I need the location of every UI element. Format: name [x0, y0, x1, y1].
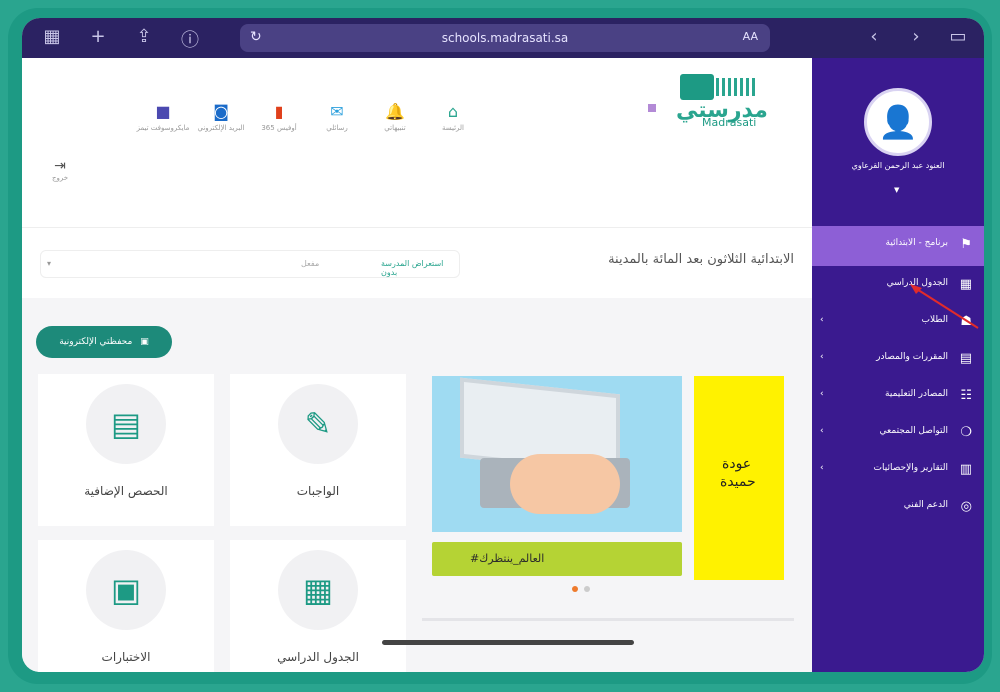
sidebar-item-support[interactable]: الدعم الفني ◎: [812, 488, 984, 525]
home-indicator: [382, 640, 634, 645]
sidebar-toggle-icon[interactable]: ▭: [946, 26, 970, 47]
sidebar-item-program[interactable]: برنامج - الابتدائية ⚑: [812, 226, 984, 266]
carousel-dots[interactable]: [572, 586, 590, 592]
back-icon[interactable]: ‹: [862, 26, 886, 47]
school-row: الابتدائية الثلاثون بعد المائة بالمدينة …: [22, 240, 812, 290]
office-icon: ▮: [274, 102, 284, 121]
text-size-button[interactable]: AA: [743, 30, 758, 43]
annotation-arrow-icon: [910, 284, 979, 329]
share-icon[interactable]: ⇪: [132, 26, 156, 52]
nav-messages[interactable]: ✉ رسائلي: [308, 102, 366, 132]
new-tab-icon[interactable]: +: [86, 26, 110, 52]
nav-email[interactable]: ◙ البريد الإلكتروني: [192, 102, 250, 132]
sidebar-menu: برنامج - الابتدائية ⚑ الجدول الدراسي ▦ ‹ ال…: [812, 226, 984, 525]
nav-home[interactable]: ⌂ الرئيسة: [424, 102, 482, 132]
resources-icon: ☷: [960, 388, 972, 403]
select-arrow-icon: ▾: [47, 259, 52, 268]
logout-button[interactable]: ⇥ خروج: [40, 158, 80, 182]
madrasati-logo[interactable]: مدرستي Madrasati: [672, 72, 790, 130]
chevron-down-icon[interactable]: ▼: [894, 186, 899, 194]
chevron-left-icon: ‹: [820, 389, 824, 399]
info-icon[interactable]: ⓘ: [178, 26, 202, 52]
school-view-select[interactable]: ▾ مفعل استعراض المدرسة بدون: [40, 250, 460, 278]
card-homework[interactable]: ✎ الواجبات: [230, 374, 406, 526]
sidebar-item-courses[interactable]: ‹ المقررات والمصادر ▤: [812, 340, 984, 377]
promo-banner[interactable]: عودة حميدة #العالم_ينتظرك: [432, 376, 788, 592]
top-navigation: مدرستي Madrasati ⌂ الرئيسة 🔔 تنبيهاتي ✉ رسا…: [22, 58, 812, 228]
sidebar: 👤 العنود عبد الرحمن القرعاوي ▼ برنامج - …: [812, 58, 984, 672]
bell-icon: 🔔: [385, 102, 405, 121]
homework-icon: ✎: [278, 384, 358, 464]
wallet-icon: ▣: [140, 337, 149, 347]
user-name: العنود عبد الرحمن القرعاوي: [851, 161, 945, 170]
exam-icon: ▣: [86, 550, 166, 630]
teams-icon: ■: [155, 102, 171, 121]
chevron-left-icon: ‹: [820, 463, 824, 473]
divider: [422, 618, 794, 621]
banner-yellow-panel: عودة حميدة: [694, 376, 784, 580]
chat-icon: ❍: [960, 425, 972, 440]
browser-toolbar: ▦ + ⇪ ⓘ ↻ schools.madrasati.sa AA ‹ › ▭: [22, 18, 984, 58]
forward-icon[interactable]: ›: [904, 26, 928, 47]
support-icon: ◎: [960, 499, 972, 514]
sidebar-item-reports[interactable]: ‹ التقارير والإحصائيات ▥: [812, 451, 984, 488]
banner-illustration: [432, 376, 682, 532]
card-schedule[interactable]: ▦ الجدول الدراسي: [230, 540, 406, 672]
school-name: الابتدائية الثلاثون بعد المائة بالمدينة: [608, 252, 794, 267]
main-content: محفظتي الإلكترونية ▣ ✎ الواجبات ▤ الحصص ا…: [22, 298, 812, 672]
url-text: schools.madrasati.sa: [441, 31, 569, 45]
screen: ▦ + ⇪ ⓘ ↻ schools.madrasati.sa AA ‹ › ▭ …: [22, 18, 984, 672]
sidebar-item-community[interactable]: ‹ التواصل المجتمعي ❍: [812, 414, 984, 451]
mail-icon: ✉: [330, 102, 344, 121]
menu-toggle-icon[interactable]: [648, 104, 656, 112]
nav-teams[interactable]: ■ مايكروسوفت تيمز: [134, 102, 192, 132]
sidebar-item-resources[interactable]: ‹ المصادر التعليمية ☷: [812, 377, 984, 414]
outlook-icon: ◙: [213, 102, 229, 121]
tabs-grid-icon[interactable]: ▦: [40, 26, 64, 52]
user-avatar[interactable]: 👤: [864, 88, 932, 156]
banner-hashtag-strip: #العالم_ينتظرك: [432, 542, 682, 576]
reload-icon[interactable]: ↻: [250, 29, 262, 45]
nav-notifications[interactable]: 🔔 تنبيهاتي: [366, 102, 424, 132]
card-extra-classes[interactable]: ▤ الحصص الإضافية: [38, 374, 214, 526]
nav-office365[interactable]: ▮ أوفيس 365: [250, 102, 308, 132]
e-wallet-button[interactable]: محفظتي الإلكترونية ▣: [36, 326, 172, 358]
book-icon: ▤: [959, 351, 972, 366]
address-bar[interactable]: ↻ schools.madrasati.sa AA: [240, 24, 770, 52]
chevron-left-icon: ‹: [820, 426, 824, 436]
calendar-icon: ▦: [278, 550, 358, 630]
flag-icon: ⚑: [960, 237, 972, 252]
book-icon: ▤: [86, 384, 166, 464]
chart-icon: ▥: [959, 462, 972, 477]
logout-icon: ⇥: [54, 158, 66, 174]
nav-items: ⌂ الرئيسة 🔔 تنبيهاتي ✉ رسائلي ▮ أوفيس 365 ◙ ا…: [32, 102, 482, 132]
chevron-left-icon: ‹: [820, 315, 824, 325]
chevron-left-icon: ‹: [820, 352, 824, 362]
card-exams[interactable]: ▣ الاختبارات: [38, 540, 214, 672]
home-icon: ⌂: [447, 102, 459, 121]
